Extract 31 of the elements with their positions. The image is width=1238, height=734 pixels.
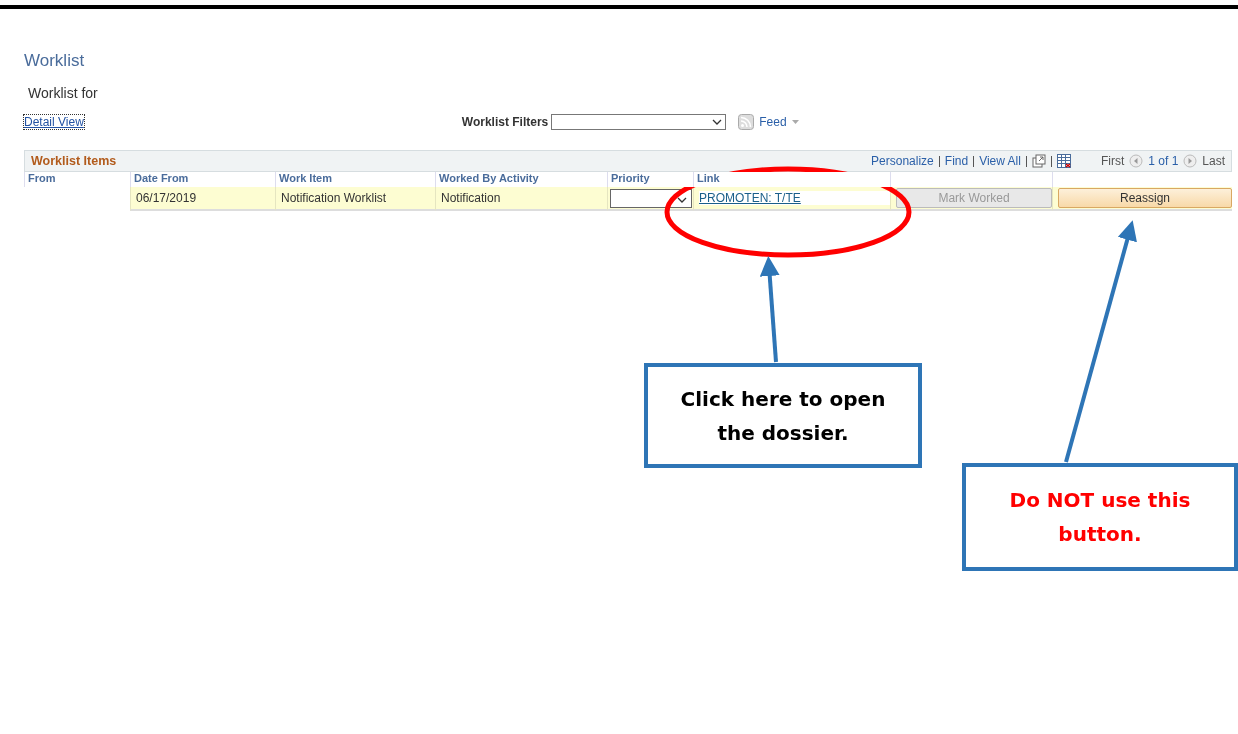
new-window-icon[interactable] xyxy=(1031,154,1046,168)
feed-link[interactable]: Feed xyxy=(759,115,787,129)
callout-box: Do NOT use this button. xyxy=(962,463,1238,571)
next-icon[interactable] xyxy=(1183,154,1198,168)
column-header: Link xyxy=(693,172,890,187)
previous-icon[interactable] xyxy=(1129,154,1144,168)
page-count: 1 of 1 xyxy=(1148,154,1179,168)
last-label: Last xyxy=(1202,154,1225,168)
rss-icon[interactable] xyxy=(738,114,755,130)
caret-icon[interactable] xyxy=(791,120,799,124)
page-title: Worklist xyxy=(24,51,85,71)
priority-dropdown[interactable] xyxy=(610,188,692,208)
grid-link[interactable]: View All xyxy=(979,154,1021,168)
grid-link[interactable]: Find xyxy=(944,154,969,168)
chevron-icon xyxy=(712,118,723,126)
table-cell: 06/17/2019 xyxy=(130,187,275,211)
dossier-link[interactable]: PROMOTEN: T/TE xyxy=(699,191,891,205)
grid-link[interactable]: Personalize xyxy=(871,154,934,168)
filter-label: Worklist Filters xyxy=(461,115,549,129)
reassign-button[interactable]: Reassign xyxy=(1058,188,1232,208)
detail-view-link[interactable]: Detail View xyxy=(24,115,84,129)
column-header: Priority xyxy=(607,172,693,187)
table-cell: Notification xyxy=(435,187,607,211)
callout-box: Click here to open the dossier. xyxy=(644,363,922,468)
page-subtitle: Worklist for xyxy=(28,85,98,101)
spreadsheet-icon[interactable] xyxy=(1056,154,1071,168)
chevron-icon xyxy=(677,196,687,204)
first-label: First xyxy=(1100,154,1125,168)
filter-dropdown[interactable] xyxy=(551,114,727,130)
grid-title: Worklist Items xyxy=(31,154,117,168)
table-cell: Notification Worklist xyxy=(275,187,435,211)
